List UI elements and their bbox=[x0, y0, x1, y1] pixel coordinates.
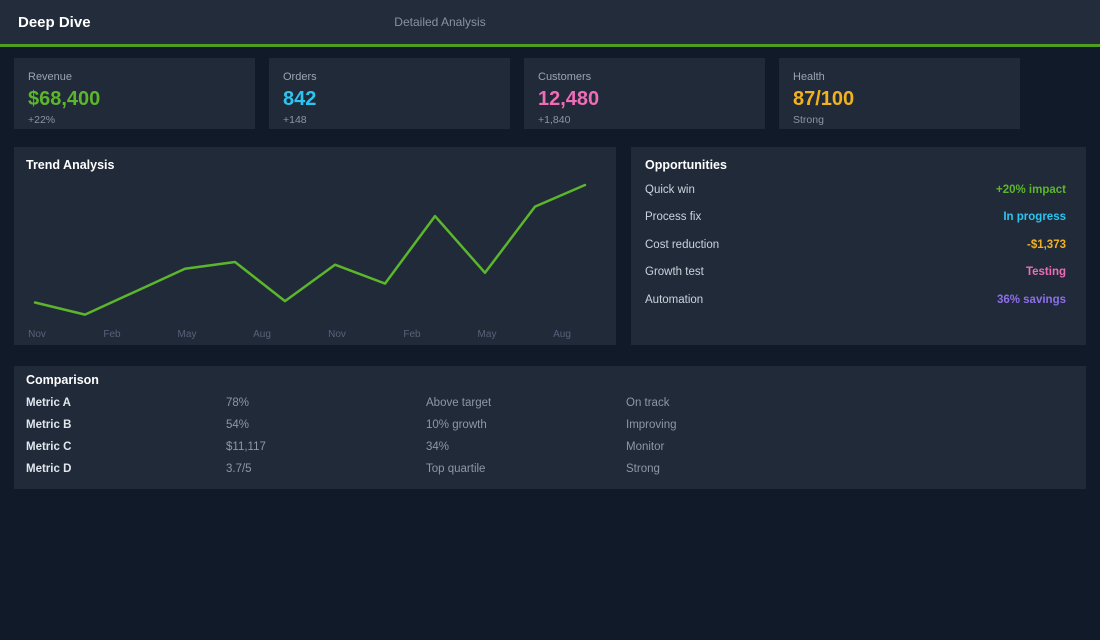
card-value: 842 bbox=[283, 88, 317, 110]
x-axis-label: Aug bbox=[553, 329, 571, 340]
card-value: 87/100 bbox=[793, 88, 855, 110]
stat-cards-row: Revenue $68,400 +22% Orders 842 +148 Cus… bbox=[14, 58, 1086, 129]
card-delta: Strong bbox=[793, 114, 824, 126]
opportunities-panel: Opportunities Quick win +20% impact Proc… bbox=[631, 147, 1086, 345]
metric-cell: Above target bbox=[426, 397, 492, 409]
metric-cell: 34% bbox=[426, 441, 450, 453]
opportunities-panel-title: Opportunities bbox=[645, 158, 727, 172]
card-label: Health bbox=[793, 71, 825, 83]
card-label: Customers bbox=[538, 71, 592, 83]
opportunity-label: Cost reduction bbox=[645, 238, 720, 251]
opportunity-row: Process fix In progress bbox=[645, 204, 1066, 232]
trend-panel: Trend Analysis Nov Feb May Aug Nov Feb May Aug bbox=[14, 147, 616, 345]
x-axis-label: May bbox=[178, 329, 197, 340]
table-row: Metric D 3.7/5 Top quartile Strong bbox=[26, 458, 1074, 480]
opportunity-value: 36% savings bbox=[996, 293, 1066, 306]
card-delta: +22% bbox=[28, 114, 56, 126]
trend-line-chart: Nov Feb May Aug Nov Feb May Aug bbox=[28, 183, 587, 340]
metric-cell: Monitor bbox=[626, 441, 665, 453]
metric-cell: 54% bbox=[226, 419, 250, 431]
x-axis-label: May bbox=[478, 329, 497, 340]
x-axis-label: Nov bbox=[328, 329, 346, 340]
opportunity-label: Growth test bbox=[645, 266, 704, 279]
dashboard-content: Revenue $68,400 +22% Orders 842 +148 Cus… bbox=[0, 47, 1100, 500]
metric-cell: $11,117 bbox=[226, 441, 266, 453]
opportunity-value: +20% impact bbox=[996, 183, 1066, 196]
card-label: Orders bbox=[283, 71, 317, 83]
metric-cell: Improving bbox=[626, 419, 677, 431]
header-subtitle: Detailed Analysis bbox=[394, 15, 486, 29]
opportunity-row: Quick win +20% impact bbox=[645, 176, 1066, 204]
x-axis-label: Feb bbox=[103, 329, 121, 340]
opportunity-value: In progress bbox=[1003, 211, 1066, 224]
stat-card-revenue: Revenue $68,400 +22% bbox=[14, 58, 255, 129]
metric-name: Metric A bbox=[26, 397, 71, 409]
stat-card-health: Health 87/100 Strong bbox=[779, 58, 1020, 129]
table-row: Metric A 78% Above target On track bbox=[26, 392, 1074, 414]
opportunity-value: Testing bbox=[1025, 266, 1066, 279]
opportunity-row: Growth test Testing bbox=[645, 259, 1066, 287]
metric-cell: 3.7/5 bbox=[226, 463, 252, 475]
metric-name: Metric B bbox=[26, 419, 72, 431]
metric-cell: Strong bbox=[626, 463, 660, 475]
stat-card-orders: Orders 842 +148 bbox=[269, 58, 510, 129]
metric-name: Metric C bbox=[26, 441, 72, 453]
page-title: Deep Dive bbox=[18, 13, 91, 31]
stat-card-customers: Customers 12,480 +1,840 bbox=[524, 58, 765, 129]
card-delta: +148 bbox=[283, 114, 307, 126]
middle-row: Trend Analysis Nov Feb May Aug Nov Feb May Aug … bbox=[14, 147, 1086, 345]
card-value: 12,480 bbox=[538, 88, 600, 110]
trend-line bbox=[33, 183, 587, 316]
card-value: $68,400 bbox=[28, 88, 101, 110]
metric-cell: Top quartile bbox=[426, 463, 486, 475]
x-axis-label: Aug bbox=[253, 329, 271, 340]
metric-name: Metric D bbox=[26, 463, 72, 475]
metric-cell: On track bbox=[626, 397, 670, 409]
comparison-panel: Comparison Metric A 78% Above target On … bbox=[14, 366, 1086, 489]
comparison-panel-title: Comparison bbox=[26, 373, 99, 387]
card-label: Revenue bbox=[28, 71, 73, 83]
table-row: Metric B 54% 10% growth Improving bbox=[26, 414, 1074, 436]
opportunity-label: Automation bbox=[645, 293, 704, 306]
app-header: Deep Dive Detailed Analysis bbox=[0, 0, 1100, 47]
x-axis-label: Feb bbox=[403, 329, 421, 340]
opportunity-row: Cost reduction -$1,373 bbox=[645, 231, 1066, 259]
metric-cell: 78% bbox=[226, 397, 250, 409]
x-axis-label: Nov bbox=[28, 329, 46, 340]
opportunity-label: Quick win bbox=[645, 183, 695, 196]
opportunity-value: -$1,373 bbox=[1026, 238, 1066, 251]
metric-cell: 10% growth bbox=[426, 419, 487, 431]
opportunity-label: Process fix bbox=[645, 211, 702, 224]
table-row: Metric C $11,117 34% Monitor bbox=[26, 436, 1074, 458]
comparison-table: Metric A 78% Above target On track Metri… bbox=[26, 392, 1074, 480]
card-delta: +1,840 bbox=[538, 114, 571, 126]
opportunity-row: Automation 36% savings bbox=[645, 286, 1066, 314]
opportunities-list: Quick win +20% impact Process fix In pro… bbox=[645, 176, 1066, 314]
